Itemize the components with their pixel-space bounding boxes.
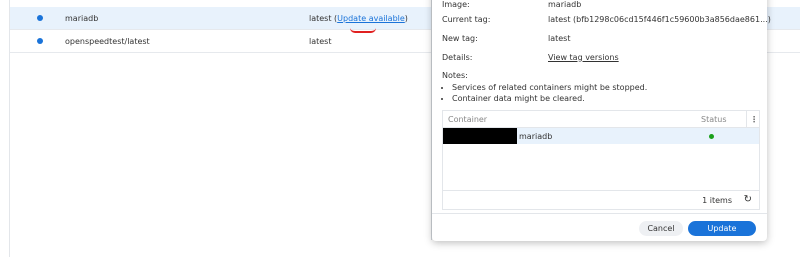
refresh-icon[interactable]: ↻ <box>744 195 752 205</box>
redacted-block <box>443 128 517 144</box>
table-footer: 1 items ↻ <box>443 190 759 209</box>
tag-cell: latest (Update available) <box>309 13 408 23</box>
column-header-status[interactable]: Status <box>701 115 727 124</box>
notes-title: Notes: <box>442 71 468 80</box>
dialog-footer-divider <box>432 213 767 214</box>
view-tag-versions-link[interactable]: View tag versions <box>548 53 619 62</box>
note-item: Container data might be cleared. <box>452 93 647 104</box>
column-menu-icon[interactable]: ⋮ <box>750 115 758 124</box>
column-header-container[interactable]: Container <box>448 115 487 124</box>
current-tag-value: latest (bfb1298c06cd15f446f1c59600b3a856… <box>548 14 771 24</box>
current-tag-field: Current tag: latest (bfb1298c06cd15f446f… <box>442 13 771 25</box>
new-tag-field: New tag: latest <box>442 32 571 44</box>
update-image-dialog: Image: mariadb Current tag: latest (bfb1… <box>432 0 771 241</box>
new-tag-value: latest <box>548 33 571 43</box>
status-running-icon <box>709 133 714 139</box>
container-name: mariadb <box>519 131 553 141</box>
container-name: mariadb <box>65 13 99 23</box>
cancel-button[interactable]: Cancel <box>639 221 683 236</box>
details-field: Details: View tag versions <box>442 51 619 63</box>
image-label: Image: <box>442 0 470 9</box>
update-button[interactable]: Update <box>688 221 756 236</box>
items-count: 1 items <box>702 195 732 205</box>
note-item: Services of related containers might be … <box>452 82 647 93</box>
new-tag-label: New tag: <box>442 33 478 43</box>
tag-value: latest <box>309 36 332 46</box>
image-value: mariadb <box>548 0 582 9</box>
container-table: Container Status ⋮ mariadb 1 items ↻ <box>442 110 760 210</box>
container-name: openspeedtest/latest <box>65 36 150 46</box>
table-row[interactable]: mariadb <box>443 128 759 144</box>
notes-list: Services of related containers might be … <box>442 82 647 104</box>
current-tag-label: Current tag: <box>442 14 491 24</box>
status-dot-icon <box>37 38 43 44</box>
column-divider <box>746 111 747 127</box>
details-label: Details: <box>442 52 473 62</box>
tag-value: latest <box>309 13 332 23</box>
image-field: Image: mariadb <box>442 0 581 10</box>
status-dot-icon <box>37 15 43 21</box>
update-available-link[interactable]: Update available <box>337 14 405 23</box>
table-header: Container Status ⋮ <box>443 111 759 128</box>
